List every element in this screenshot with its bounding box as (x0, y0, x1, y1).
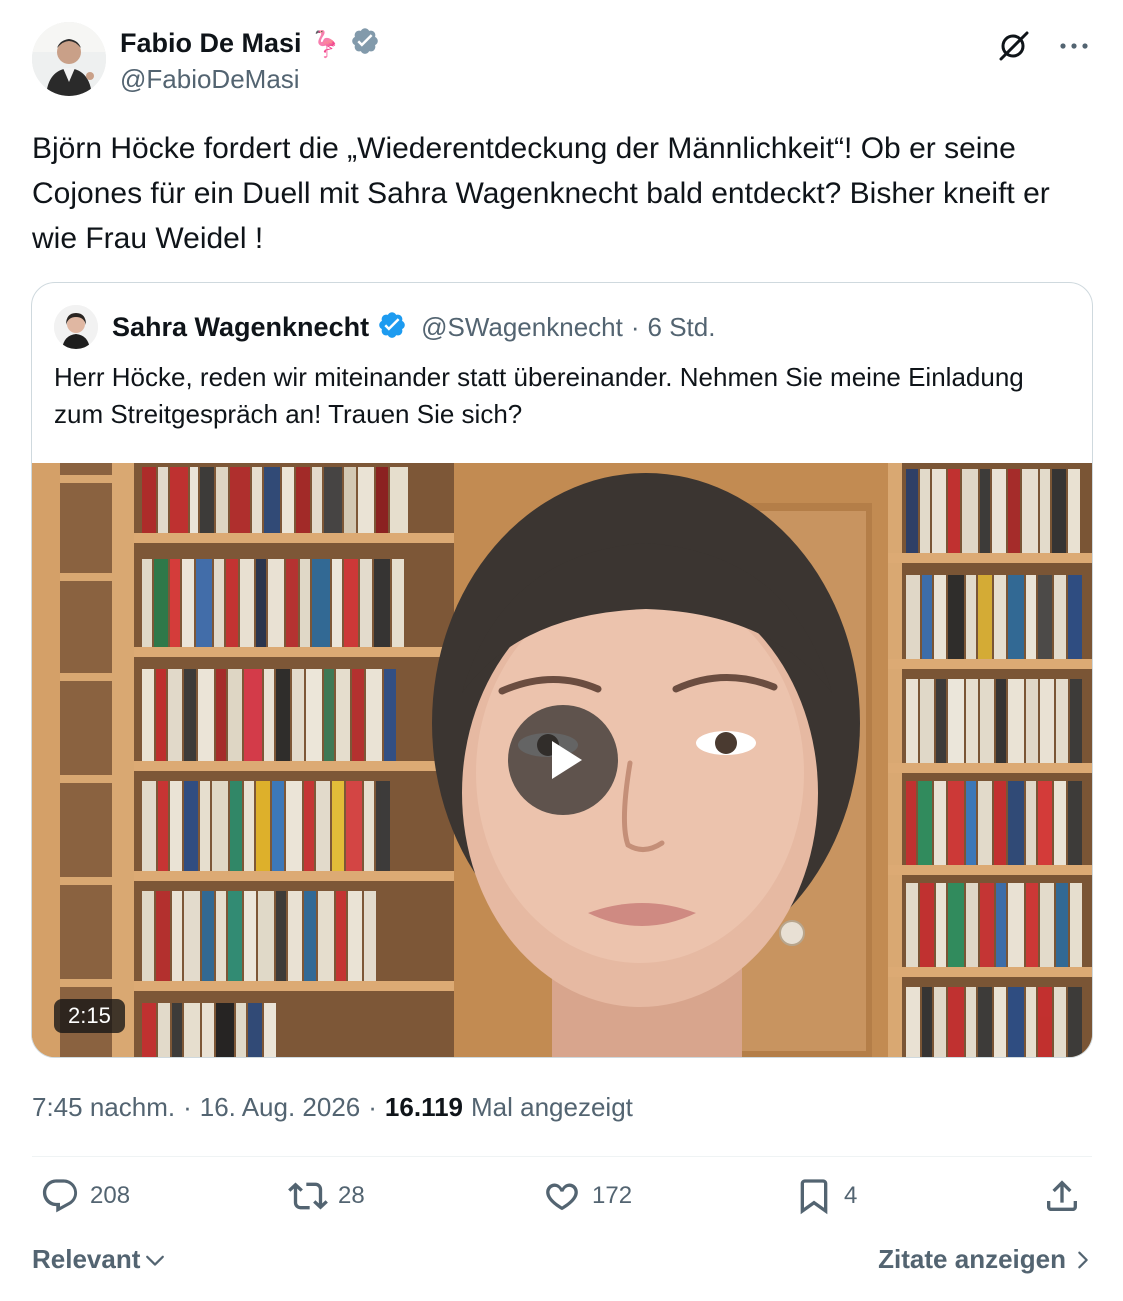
view-count: 16.119 (384, 1092, 464, 1122)
sort-dropdown[interactable]: Relevant (32, 1244, 166, 1275)
view-quotes-link[interactable]: Zitate anzeigen (878, 1244, 1092, 1275)
play-icon (552, 741, 582, 779)
divider (32, 1156, 1092, 1157)
tweet-time[interactable]: 7:45 nachm. (32, 1092, 175, 1123)
repost-icon (288, 1182, 328, 1210)
reply-button[interactable]: 208 (40, 1176, 130, 1216)
verified-badge-blue-icon[interactable] (377, 310, 407, 345)
quote-author-avatar[interactable] (54, 305, 98, 349)
meta-separator: · (368, 1092, 377, 1122)
verified-badge-icon[interactable] (350, 26, 380, 61)
sort-label: Relevant (32, 1244, 141, 1274)
view-quotes-label: Zitate anzeigen (878, 1244, 1066, 1274)
more-options-icon[interactable] (1054, 26, 1094, 66)
tweet-header: Fabio De Masi 🦩 @FabioDeMasi (32, 22, 1094, 100)
share-icon (1047, 1180, 1077, 1211)
bookmark-button[interactable]: 4 (794, 1176, 857, 1216)
chevron-right-icon (1078, 1251, 1088, 1268)
quote-author-handle[interactable]: @SWagenknecht (421, 312, 623, 343)
reply-count: 208 (90, 1182, 131, 1209)
like-count: 172 (592, 1182, 633, 1209)
reply-icon (42, 1179, 78, 1213)
play-button[interactable] (508, 705, 618, 815)
video-player[interactable]: 2:15 (32, 463, 1092, 1057)
video-duration: 2:15 (54, 999, 125, 1033)
quote-text: Herr Höcke, reden wir miteinander statt … (54, 362, 1024, 429)
quoted-tweet[interactable]: Sahra Wagenknecht @SWagenknecht · 6 Std.… (31, 282, 1093, 1058)
heart-icon (546, 1183, 578, 1211)
author-handle[interactable]: @FabioDeMasi (120, 64, 300, 95)
repost-count: 28 (338, 1182, 365, 1209)
reply-controls: Relevant Zitate anzeigen (32, 1244, 1092, 1284)
meta-separator: · (183, 1092, 192, 1122)
grok-icon[interactable] (994, 26, 1034, 66)
quote-separator: · (630, 311, 640, 342)
quote-author-name[interactable]: Sahra Wagenknecht (112, 312, 369, 343)
bookmark-icon (800, 1179, 828, 1215)
flamingo-emoji: 🦩 (309, 28, 342, 59)
tweet-meta: 7:45 nachm. · 16. Aug. 2026 · 16.119 Mal… (32, 1092, 633, 1123)
tweet-date[interactable]: 16. Aug. 2026 (200, 1092, 360, 1123)
chevron-down-icon (146, 1255, 165, 1266)
repost-button[interactable]: 28 (288, 1176, 365, 1216)
author-name[interactable]: Fabio De Masi (120, 28, 302, 59)
action-bar: 208 28 172 4 (32, 1176, 1092, 1228)
like-button[interactable]: 172 (542, 1176, 632, 1216)
bookmark-count: 4 (844, 1182, 858, 1209)
view-count-label: Mal angezeigt (471, 1092, 633, 1122)
tweet-text: Björn Höcke fordert die „Wiederentdeckun… (32, 132, 1050, 255)
author-avatar[interactable] (32, 22, 106, 96)
share-button[interactable] (1042, 1176, 1082, 1216)
quote-timestamp[interactable]: 6 Std. (648, 312, 716, 343)
